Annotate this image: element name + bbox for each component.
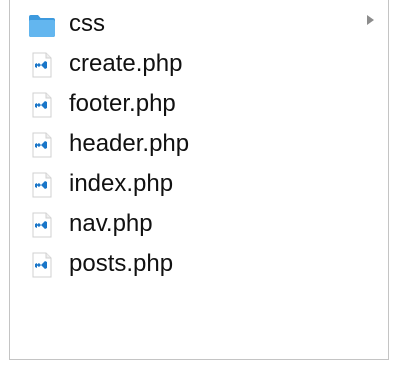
list-item-label: css — [69, 10, 105, 37]
list-item-file[interactable]: posts.php — [10, 244, 388, 284]
vscode-file-icon — [28, 132, 56, 158]
chevron-right-icon — [367, 15, 374, 25]
finder-column-pane: css create.php footer.php header.php ind… — [9, 0, 389, 360]
vscode-file-icon — [28, 92, 56, 118]
list-item-file[interactable]: create.php — [10, 44, 388, 84]
list-item-file[interactable]: footer.php — [10, 84, 388, 124]
folder-icon — [28, 12, 56, 38]
vscode-file-icon — [28, 172, 56, 198]
list-item-file[interactable]: index.php — [10, 164, 388, 204]
list-item-file[interactable]: header.php — [10, 124, 388, 164]
list-item-label: header.php — [69, 130, 190, 157]
list-item-label: posts.php — [69, 250, 174, 277]
list-item-file[interactable]: nav.php — [10, 204, 388, 244]
vscode-file-icon — [28, 212, 56, 238]
vscode-file-icon — [28, 252, 56, 278]
list-item-css-folder[interactable]: css — [10, 4, 388, 44]
list-item-label: footer.php — [69, 90, 176, 117]
vscode-file-icon — [28, 52, 56, 78]
list-item-label: index.php — [69, 170, 174, 197]
list-item-label: create.php — [69, 50, 183, 77]
list-item-label: nav.php — [69, 210, 153, 237]
